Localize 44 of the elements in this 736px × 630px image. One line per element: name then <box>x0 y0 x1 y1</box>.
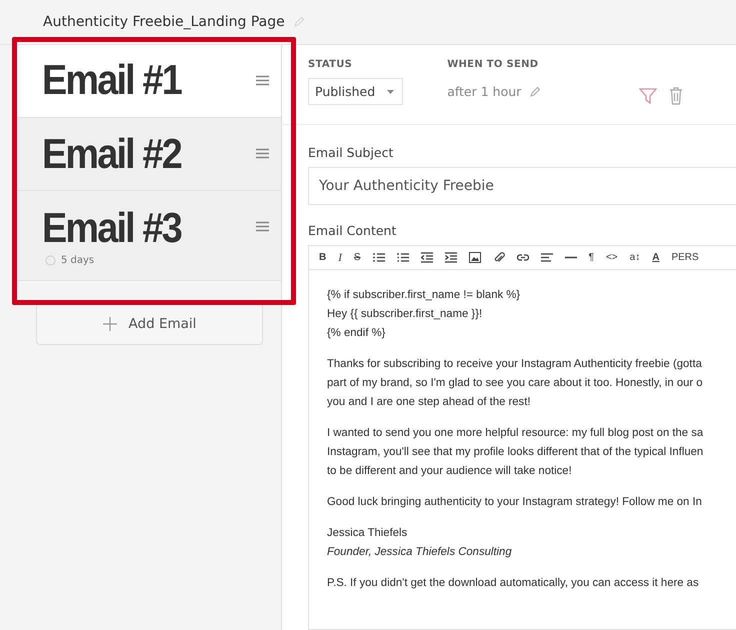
menu-icon[interactable] <box>256 148 269 159</box>
link-icon[interactable] <box>516 252 529 263</box>
delay-text: 5 days <box>61 255 94 266</box>
email-paragraph: Jessica Thiefels Founder, Jessica Thiefels Consulting <box>327 526 513 560</box>
when-to-send-label: WHEN TO SEND <box>447 59 540 70</box>
toolbar-button[interactable]: a↕ <box>630 252 640 263</box>
clock-icon <box>45 255 56 266</box>
status-label: STATUS <box>308 59 354 70</box>
send-delay: after 1 hour <box>447 84 522 99</box>
plus-icon <box>102 317 117 331</box>
paperclip-icon[interactable] <box>492 252 505 263</box>
status-dropdown[interactable]: Published <box>308 78 404 105</box>
email-paragraph: {% if subscriber.first_name != blank %} Hey {{ subscriber.first_name }}! {% endif %} <box>327 288 522 341</box>
menu-icon[interactable] <box>256 221 269 232</box>
email-body-editor[interactable] <box>308 270 736 630</box>
indent-icon[interactable] <box>444 252 457 263</box>
email-paragraph: P.S. If you didn't get the download automatically, you can access it here as <box>327 576 700 591</box>
toolbar-button[interactable]: I <box>338 252 342 264</box>
add-email-button[interactable]: Add Email <box>36 303 263 345</box>
subject-field[interactable]: Your Authenticity Freebie <box>308 167 736 205</box>
email-paragraph: Thanks for subscribing to receive your Instagram Authenticity freebie (gotta part of my brand, so I'm glad to see you care about it too. Honestly, in our o you and I are one step ahead of the rest! <box>327 357 704 410</box>
bulleted-list-icon[interactable] <box>372 252 385 263</box>
annotation-label: Email #3 <box>42 209 181 247</box>
annotation-label: Email #2 <box>42 135 181 173</box>
align-left-icon[interactable] <box>540 252 553 263</box>
toolbar-button[interactable]: A <box>652 252 660 263</box>
email-card[interactable] <box>17 118 281 191</box>
subject-label: Email Subject <box>308 145 394 160</box>
email-paragraph: I wanted to send you one more helpful resource: my full blog post on the sa Instagram, you'll see that my profile looks different that of the typical Influen to be different and your audience will take notice! <box>327 426 704 479</box>
page-title: Authenticity Freebie_Landing Page <box>43 14 285 30</box>
toolbar-button[interactable]: ¶ <box>588 252 594 263</box>
numbered-list-icon[interactable] <box>396 252 409 263</box>
image-icon[interactable] <box>468 252 481 263</box>
outdent-icon[interactable] <box>420 252 433 263</box>
toolbar-button[interactable]: PERS <box>671 252 699 263</box>
toolbar-button[interactable]: <> <box>606 252 618 263</box>
email-paragraph: Good luck bringing authenticity to your Instagram strategy! Follow me on In <box>327 495 703 510</box>
menu-icon[interactable] <box>256 75 269 86</box>
annotation-label: Email #1 <box>42 61 181 99</box>
email-card[interactable] <box>17 45 281 118</box>
toolbar-button[interactable]: B <box>319 252 326 263</box>
content-label: Email Content <box>308 223 398 238</box>
caret-icon <box>387 90 394 94</box>
toolbar-button[interactable]: S <box>354 252 361 263</box>
